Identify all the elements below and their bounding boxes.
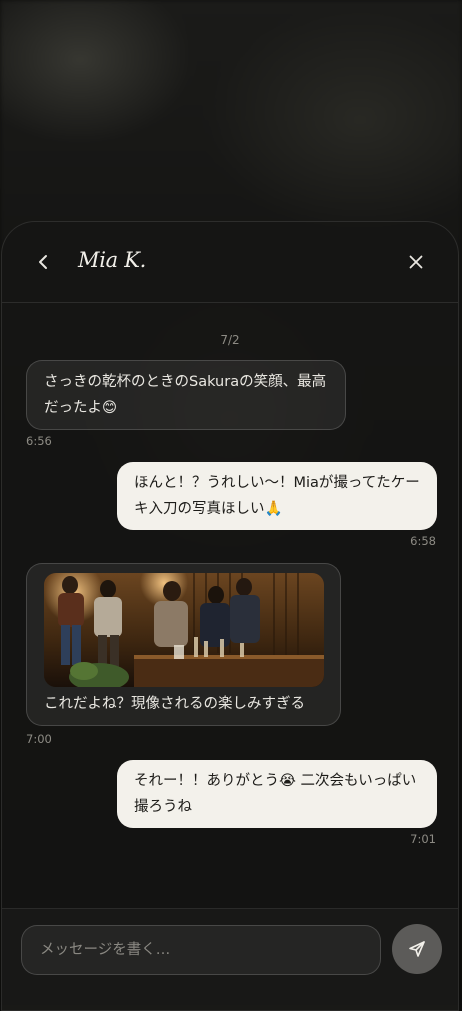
message-bubble-outgoing[interactable]: ほんと！？うれしい〜！Miaが撮ってたケーキ入刀の写真ほしい🙏	[117, 462, 437, 530]
party-photo-image	[44, 573, 324, 687]
message-time: 7:00	[26, 732, 52, 746]
party-photo[interactable]	[44, 573, 324, 687]
send-icon	[409, 941, 425, 957]
back-button[interactable]	[24, 242, 64, 282]
message-composer	[2, 908, 458, 1010]
close-icon	[409, 255, 423, 269]
chat-header: Mia K.	[2, 222, 458, 303]
message-bubble-incoming-photo[interactable]: これだよね？現像されるの楽しみすぎる	[26, 563, 341, 726]
message-time: 6:56	[26, 434, 52, 448]
message-bubble-incoming[interactable]: さっきの乾杯のときのSakuraの笑顔、最高だったよ😊	[26, 360, 346, 430]
close-button[interactable]	[396, 242, 436, 282]
message-text: これだよね？現像されるの楽しみすぎる	[44, 696, 305, 712]
date-separator: 7/2	[220, 333, 240, 347]
message-input[interactable]	[21, 925, 381, 975]
message-time: 6:58	[410, 534, 436, 548]
message-text: ほんと！？うれしい〜！Miaが撮ってたケーキ入刀の写真ほしい🙏	[134, 475, 420, 517]
chevron-left-icon	[39, 255, 47, 269]
contact-name: Mia K.	[78, 248, 146, 272]
chat-sheet: Mia K. 7/2 さっきの乾杯のときのSakuraの笑顔、最高だったよ😊 6…	[1, 221, 459, 1011]
message-text: それー！！ありがとう😭 二次会もいっぱい撮ろうね	[134, 773, 417, 815]
message-text: さっきの乾杯のときのSakuraの笑顔、最高だったよ😊	[44, 374, 327, 416]
message-bubble-outgoing[interactable]: それー！！ありがとう😭 二次会もいっぱい撮ろうね	[117, 760, 437, 828]
send-button[interactable]	[392, 924, 442, 974]
message-time: 7:01	[410, 832, 436, 846]
